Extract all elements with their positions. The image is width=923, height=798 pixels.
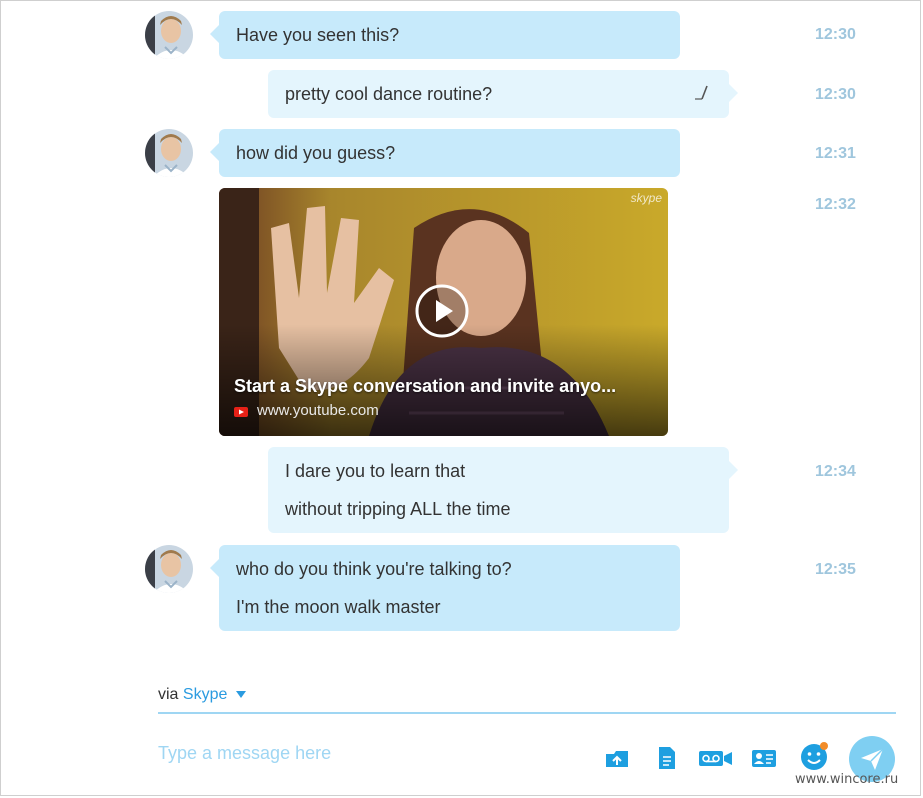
message-time: 12:30	[815, 26, 856, 43]
message-text: pretty cool dance routine?	[285, 84, 493, 104]
message-text: I'm the moon walk master	[236, 597, 441, 617]
site-watermark: www.wincore.ru	[795, 772, 899, 787]
message-time: 12:35	[815, 561, 856, 578]
message-text: how did you guess?	[236, 143, 396, 163]
avatar[interactable]	[145, 545, 193, 593]
send-photo-icon[interactable]	[604, 745, 630, 771]
message-text: without tripping ALL the time	[285, 499, 511, 519]
send-contact-icon[interactable]	[751, 745, 777, 771]
message-bubble-incoming[interactable]: who do you think you're talking to? I'm …	[210, 545, 680, 631]
play-icon[interactable]	[415, 284, 469, 338]
message-bubble-incoming[interactable]: how did you guess?	[210, 129, 680, 177]
via-selector[interactable]: via Skype	[158, 686, 246, 704]
composer-divider	[158, 712, 896, 714]
message-bubble-outgoing[interactable]: pretty cool dance routine?	[268, 70, 738, 118]
avatar[interactable]	[145, 129, 193, 177]
video-watermark: skype	[630, 191, 662, 205]
message-bubble-incoming[interactable]: Have you seen this?	[210, 11, 680, 59]
message-text: who do you think you're talking to?	[236, 559, 512, 579]
video-source: www.youtube.com	[257, 402, 379, 419]
message-time: 12:34	[815, 463, 856, 480]
edited-pencil-icon	[693, 83, 709, 106]
message-bubble-outgoing[interactable]: I dare you to learn that without trippin…	[268, 447, 738, 533]
video-message-icon[interactable]	[698, 745, 734, 771]
emoticon-icon[interactable]	[800, 741, 830, 771]
message-text: I dare you to learn that	[285, 461, 466, 481]
video-title[interactable]: Start a Skype conversation and invite an…	[234, 376, 616, 397]
message-time: 12:30	[815, 86, 856, 103]
message-input[interactable]	[158, 738, 588, 768]
chevron-down-icon[interactable]	[235, 691, 246, 699]
message-time: 12:32	[815, 196, 856, 213]
message-text: Have you seen this?	[236, 25, 400, 45]
via-service[interactable]: Skype	[183, 686, 227, 703]
send-file-icon[interactable]	[654, 745, 680, 771]
video-card[interactable]: skype Start a Skype conversation and inv…	[219, 188, 668, 436]
avatar[interactable]	[145, 11, 193, 59]
message-time: 12:31	[815, 145, 856, 162]
via-prefix: via	[158, 686, 179, 703]
youtube-icon	[234, 407, 248, 417]
